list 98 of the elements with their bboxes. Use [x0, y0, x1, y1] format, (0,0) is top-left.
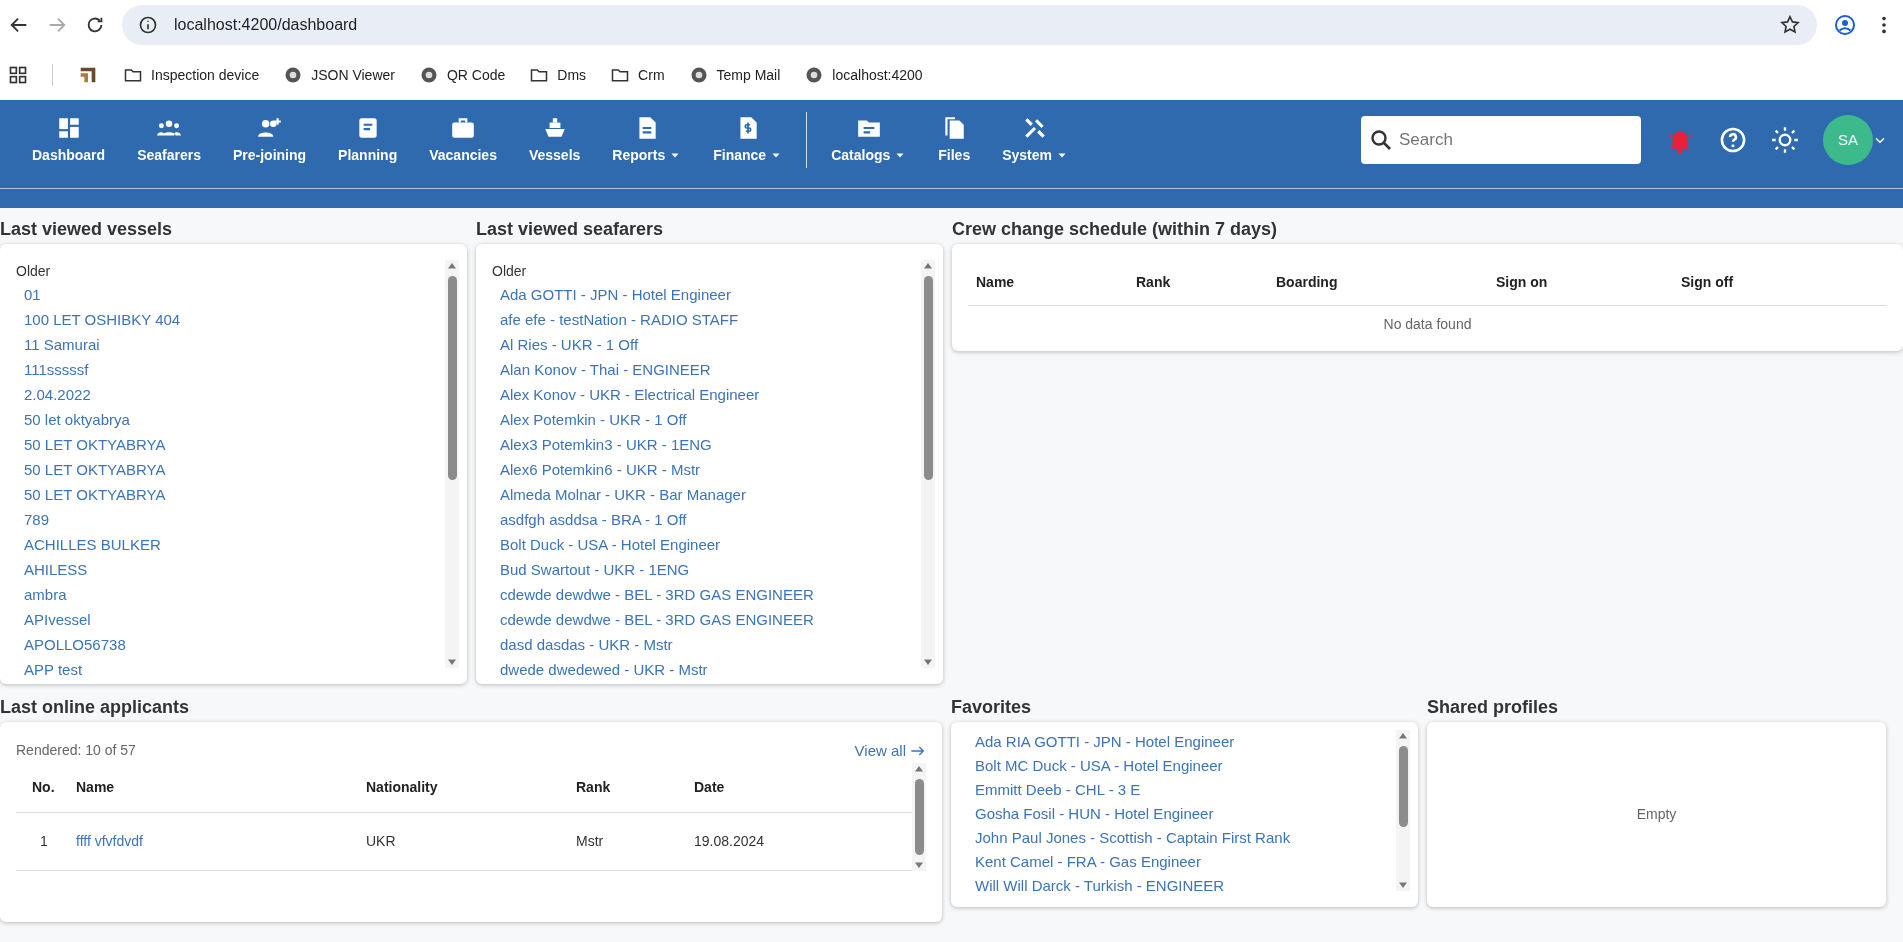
- panel-title: Favorites: [951, 696, 1033, 719]
- column-header: Sign on: [1496, 273, 1549, 292]
- list-link[interactable]: 789: [16, 507, 445, 532]
- list-link[interactable]: Kent Camel - FRA - Gas Engineer: [967, 850, 1396, 874]
- nav-item[interactable]: Catalogs: [815, 110, 923, 170]
- column-header: Sign off: [1681, 273, 1735, 292]
- table-cell-text: 1: [39, 832, 49, 851]
- list-link[interactable]: AHILESS: [16, 557, 445, 582]
- list-link[interactable]: Gosha Fosil - HUN - Hotel Engineer: [967, 802, 1396, 826]
- list-link[interactable]: dasd dasdas - UKR - Mstr: [492, 632, 921, 657]
- nav-item[interactable]: System: [986, 110, 1084, 170]
- list-link[interactable]: Alan Konov - Thai - ENGINEER: [492, 357, 921, 382]
- bookmark[interactable]: Crm: [610, 64, 665, 86]
- nav-item[interactable]: Pre-joining: [216, 110, 323, 170]
- list-link[interactable]: Bolt Duck - USA - Hotel Engineer: [492, 532, 921, 557]
- table-cell-text: Mstr: [576, 832, 605, 851]
- panel-title: Crew change schedule (within 7 days): [952, 218, 1279, 241]
- column-header: Name: [976, 273, 1016, 292]
- nav-item[interactable]: Dashboard: [16, 110, 122, 170]
- list-link[interactable]: asdfgh asddsa - BRA - 1 Off: [492, 507, 921, 532]
- group-label: Older: [16, 262, 52, 281]
- scrollbar[interactable]: [445, 260, 459, 668]
- column-header: Nationality: [366, 778, 439, 797]
- list-link[interactable]: Alex3 Potemkin3 - UKR - 1ENG: [492, 432, 921, 457]
- column-header: Boarding: [1276, 273, 1339, 292]
- list-link[interactable]: Alex6 Potemkin6 - UKR - Mstr: [492, 457, 921, 482]
- table-cell-text: 19.08.2024: [694, 832, 766, 851]
- list-link[interactable]: 50 LET OKTYABRYA: [16, 432, 445, 457]
- panel-title: Last viewed vessels: [0, 218, 174, 241]
- panel-title: Shared profiles: [1427, 696, 1560, 719]
- sun-icon[interactable]: [1771, 126, 1799, 154]
- list-link[interactable]: ACHILLES BULKER: [16, 532, 445, 557]
- scrollbar[interactable]: [1396, 730, 1410, 891]
- column-header: Rank: [1136, 273, 1172, 292]
- search-field[interactable]: Search: [1361, 116, 1641, 164]
- bookmark[interactable]: Temp Mail: [688, 64, 781, 86]
- panel-title: Last viewed seafarers: [476, 218, 665, 241]
- list-link[interactable]: Will Will Darck - Turkish - ENGINEER: [967, 874, 1396, 898]
- scrollbar[interactable]: [912, 763, 926, 871]
- view-all-link[interactable]: View all: [854, 738, 926, 763]
- group-label: Older: [492, 262, 528, 281]
- list-link[interactable]: John Paul Jones - Scottish - Captain First Rank: [967, 826, 1396, 850]
- rendered-count: Rendered: 10 of 57: [16, 741, 136, 760]
- nav-item[interactable]: Finance: [697, 110, 799, 170]
- bookmark[interactable]: Dms: [529, 64, 587, 86]
- nav-item[interactable]: Reports: [596, 110, 698, 170]
- list-link[interactable]: Alex Potemkin - UKR - 1 Off: [492, 407, 921, 432]
- star-icon[interactable]: [1779, 14, 1801, 36]
- list-link[interactable]: 111sssssf: [16, 357, 445, 382]
- list-link[interactable]: APIvessel: [16, 607, 445, 632]
- list-link[interactable]: 50 let oktyabrya: [16, 407, 445, 432]
- list-link[interactable]: ambra: [16, 582, 445, 607]
- nav-item[interactable]: Vacancies: [413, 110, 513, 170]
- nav-item[interactable]: Vessels: [512, 110, 597, 170]
- table-cell-text: UKR: [366, 832, 397, 851]
- list-link[interactable]: APOLLO56738: [16, 632, 445, 657]
- column-header: No.: [31, 778, 56, 797]
- nav-item[interactable]: Files: [922, 110, 987, 170]
- search-icon: [1369, 128, 1393, 152]
- list-link[interactable]: Emmitt Deeb - CHL - 3 E: [967, 778, 1396, 802]
- list-link[interactable]: dwede dwedewed - UKR - Mstr: [492, 657, 921, 682]
- panel-title: Last online applicants: [0, 696, 191, 719]
- column-header: Rank: [576, 778, 612, 797]
- list-link[interactable]: 11 Samurai: [16, 332, 445, 357]
- list-link[interactable]: 100 LET OSHIBKY 404: [16, 307, 445, 332]
- empty-message: No data found: [1382, 315, 1473, 334]
- empty-message: Empty: [1636, 805, 1677, 824]
- bookmark[interactable]: Inspection device: [123, 64, 260, 86]
- list-link[interactable]: cdewde dewdwe - BEL - 3RD GAS ENGINEER: [492, 607, 921, 632]
- list-link[interactable]: APP test: [16, 657, 445, 682]
- list-link[interactable]: 50 LET OKTYABRYA: [16, 457, 445, 482]
- bookmark[interactable]: QR Code: [418, 64, 506, 86]
- list-link[interactable]: Alex Konov - UKR - Electrical Engineer: [492, 382, 921, 407]
- list-link[interactable]: Ada RIA GOTTI - JPN - Hotel Engineer: [967, 730, 1396, 754]
- address-bar[interactable]: localhost:4200/dashboard: [122, 5, 1817, 45]
- applicant-link[interactable]: ffff vfvfdvdf: [76, 829, 366, 854]
- bookmark[interactable]: localhost:4200: [804, 64, 923, 86]
- help-icon[interactable]: [1719, 126, 1747, 154]
- list-link[interactable]: Al Ries - UKR - 1 Off: [492, 332, 921, 357]
- nav-item[interactable]: Seafarers: [121, 110, 217, 170]
- scrollbar[interactable]: [921, 260, 935, 668]
- profile-icon[interactable]: [1833, 13, 1857, 37]
- list-link[interactable]: Bud Swartout - UKR - 1ENG: [492, 557, 921, 582]
- url-text: localhost:4200/dashboard: [174, 15, 359, 35]
- bookmark[interactable]: JSON Viewer: [283, 64, 395, 86]
- column-header: Date: [694, 778, 726, 797]
- column-header: Name: [76, 778, 116, 797]
- list-link[interactable]: 50 LET OKTYABRYA: [16, 482, 445, 507]
- list-link[interactable]: afe efe - testNation - RADIO STAFF: [492, 307, 921, 332]
- nav-item[interactable]: Planning: [322, 110, 414, 170]
- apps-grid-icon[interactable]: [8, 65, 28, 85]
- list-link[interactable]: Bolt MC Duck - USA - Hotel Engineer: [967, 754, 1396, 778]
- list-link[interactable]: cdewde dewdwe - BEL - 3RD GAS ENGINEER: [492, 582, 921, 607]
- info-icon[interactable]: [138, 15, 158, 35]
- list-link[interactable]: Almeda Molnar - UKR - Bar Manager: [492, 482, 921, 507]
- list-link[interactable]: Ada GOTTI - JPN - Hotel Engineer: [492, 282, 921, 307]
- list-link[interactable]: 2.04.2022: [16, 382, 445, 407]
- list-link[interactable]: 01: [16, 282, 445, 307]
